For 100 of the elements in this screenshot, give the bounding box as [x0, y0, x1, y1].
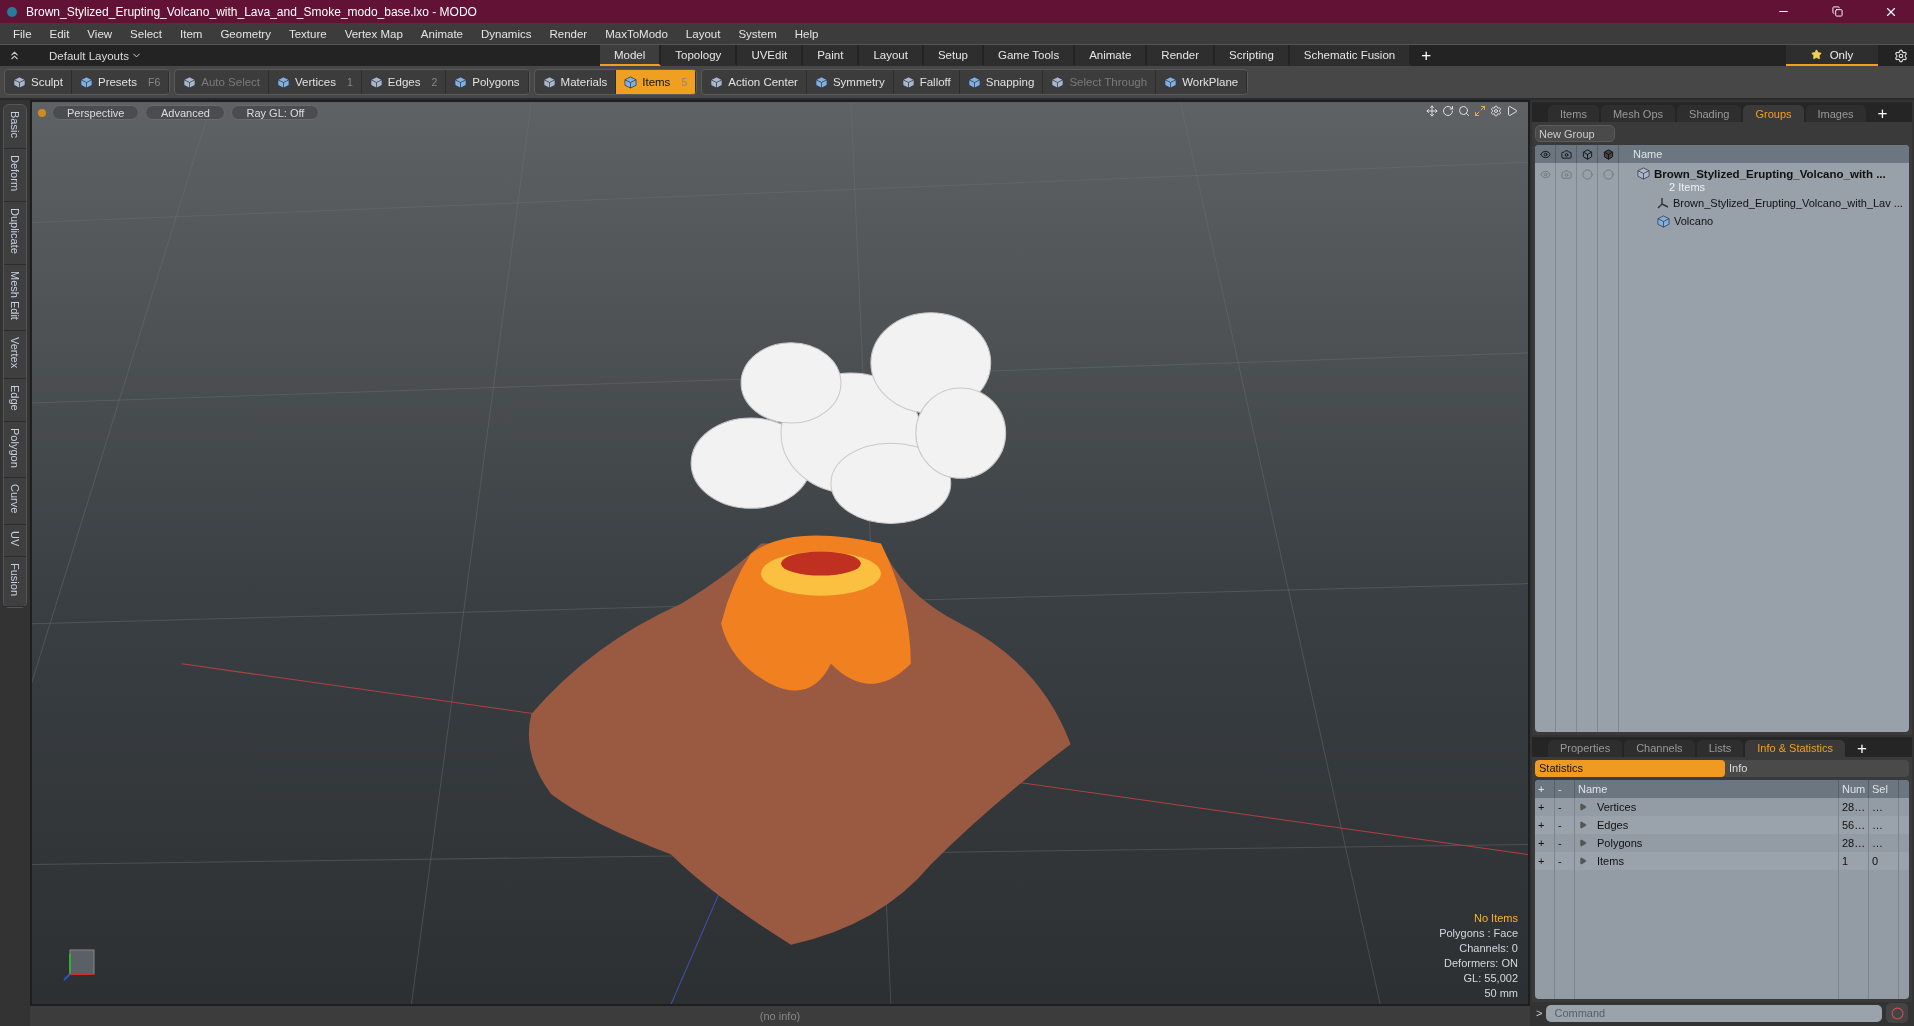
tool-button[interactable]: Symmetry: [806, 70, 894, 94]
column-header: Name: [1632, 147, 1664, 162]
menu-item[interactable]: Dynamics: [472, 23, 541, 44]
add-button[interactable]: +: [1535, 833, 1555, 852]
panel-tab[interactable]: Channels: [1624, 739, 1695, 757]
tree-item[interactable]: Volcano: [1674, 215, 1714, 227]
menu-item[interactable]: Layout: [676, 23, 730, 44]
tool-button[interactable]: Falloff: [893, 70, 960, 94]
add-button[interactable]: +: [1535, 815, 1555, 834]
viewport-info-text: GL: 55,002: [1463, 971, 1518, 985]
side-tab[interactable]: Fusion: [4, 557, 26, 608]
menu-item[interactable]: Texture: [279, 23, 336, 44]
layout-tab[interactable]: Render: [1147, 45, 1216, 66]
command-field[interactable]: Command: [1546, 1004, 1882, 1022]
panel-tab[interactable]: Images: [1805, 105, 1866, 122]
remove-button[interactable]: -: [1555, 815, 1575, 834]
side-tab[interactable]: Edge: [4, 378, 26, 422]
side-tab[interactable]: Deform: [4, 148, 26, 202]
layout-tab[interactable]: UVEdit: [737, 45, 804, 66]
menu-item[interactable]: Edit: [40, 23, 79, 44]
panel-tab[interactable]: Lists: [1696, 739, 1744, 757]
group-count: 2 Items: [1668, 180, 1707, 194]
remove-button[interactable]: -: [1555, 851, 1575, 870]
cube-icon: [369, 75, 383, 89]
cube-icon: [1164, 75, 1178, 89]
collapse-icon[interactable]: [8, 49, 21, 62]
layout-tab[interactable]: Game Tools: [984, 45, 1076, 66]
panel-tab[interactable]: Mesh Ops: [1600, 105, 1676, 122]
sub-tab[interactable]: Statistics: [1535, 759, 1725, 777]
layout-tab[interactable]: Topology: [661, 45, 738, 66]
menu-item[interactable]: Help: [785, 23, 828, 44]
layout-tab[interactable]: Schematic Fusion: [1289, 45, 1412, 66]
tool-button[interactable]: Polygons: [446, 70, 529, 94]
table-cell: …: [1869, 815, 1899, 834]
layout-preset-dropdown[interactable]: Default Layouts: [29, 49, 162, 62]
tool-button[interactable]: Sculpt: [5, 70, 72, 94]
search-icon[interactable]: [1458, 105, 1470, 117]
remove-button[interactable]: -: [1555, 797, 1575, 816]
panel-tab[interactable]: Shading: [1677, 105, 1742, 122]
layout-tab[interactable]: Model: [600, 45, 662, 66]
layout-tab[interactable]: Setup: [923, 45, 984, 66]
add-tab-button[interactable]: +: [1867, 105, 1898, 122]
tool-button[interactable]: Snapping: [959, 70, 1044, 94]
move-icon[interactable]: [1426, 105, 1438, 117]
tool-button[interactable]: Vertices 1: [269, 70, 362, 94]
side-tab[interactable]: Vertex: [4, 330, 26, 379]
tool-button[interactable]: Items 5: [616, 70, 697, 94]
panel-tab[interactable]: Items: [1548, 105, 1599, 122]
menu-item[interactable]: Select: [121, 23, 172, 44]
viewport-info-text: Channels: 0: [1459, 941, 1518, 955]
play-icon[interactable]: [1506, 105, 1518, 117]
menu-item[interactable]: View: [78, 23, 122, 44]
tool-button[interactable]: WorkPlane: [1156, 70, 1248, 94]
tree-item[interactable]: Brown_Stylized_Erupting_Volcano_with_Lav ...: [1673, 197, 1903, 209]
viewport-button[interactable]: Ray GL: Off: [231, 105, 320, 120]
group-name[interactable]: Brown_Stylized_Erupting_Volcano_with ...: [1654, 167, 1886, 180]
tool-button[interactable]: Presets F6: [71, 70, 170, 94]
menu-item[interactable]: Geometry: [211, 23, 280, 44]
viewport-button[interactable]: Advanced: [145, 105, 226, 120]
side-tab[interactable]: Basic: [4, 105, 26, 149]
layout-tab[interactable]: Layout: [859, 45, 924, 66]
side-tab[interactable]: Curve: [4, 478, 26, 525]
menu-item[interactable]: Animate: [411, 23, 472, 44]
side-tab[interactable]: Polygon: [4, 421, 26, 479]
layout-tab[interactable]: Paint: [803, 45, 860, 66]
tool-button[interactable]: Action Center: [702, 70, 807, 94]
panel-tab[interactable]: Groups: [1743, 105, 1804, 122]
menu-item[interactable]: Render: [540, 23, 597, 44]
rotate-icon[interactable]: [1442, 105, 1454, 117]
layout-tab[interactable]: Animate: [1075, 45, 1148, 66]
menu-item[interactable]: File: [4, 23, 41, 44]
add-button[interactable]: +: [1535, 797, 1555, 816]
add-tab-button[interactable]: +: [1411, 45, 1442, 66]
side-tab[interactable]: UV: [4, 524, 26, 558]
add-button[interactable]: +: [1535, 851, 1555, 870]
viewport[interactable]: Perspective Advanced Ray GL: Off No Items Polygons : Face Channels: 0 Deformers: ON GL: 55,002 50 mm: [30, 100, 1530, 1006]
new-group-button[interactable]: New Group: [1535, 125, 1615, 142]
menu-item[interactable]: System: [729, 23, 786, 44]
sub-tab[interactable]: Info: [1725, 759, 1909, 777]
viewport-button[interactable]: Perspective: [52, 105, 140, 120]
panel-tab[interactable]: Info & Statistics: [1745, 739, 1846, 757]
remove-button[interactable]: -: [1555, 833, 1575, 852]
side-tab[interactable]: Duplicate: [4, 201, 26, 265]
side-tab[interactable]: Mesh Edit: [4, 264, 26, 331]
toggle-icon[interactable]: [1602, 169, 1614, 180]
layout-tab[interactable]: Scripting: [1215, 45, 1290, 66]
settings-icon[interactable]: [1490, 105, 1502, 117]
add-tab-button[interactable]: +: [1847, 739, 1877, 757]
only-button[interactable]: Only: [1786, 45, 1878, 66]
table-cell: Edges: [1597, 818, 1629, 831]
tool-button[interactable]: Edges 2: [361, 70, 447, 94]
record-button[interactable]: [1886, 1003, 1908, 1023]
column-header: -: [1555, 779, 1575, 798]
toggle-icon[interactable]: [1581, 169, 1593, 180]
menu-item[interactable]: Item: [171, 23, 212, 44]
menu-item[interactable]: MaxToModo: [596, 23, 677, 44]
table-cell: 28…: [1839, 833, 1869, 852]
maximize-icon[interactable]: [1474, 105, 1486, 117]
panel-tab[interactable]: Properties: [1548, 739, 1623, 757]
menu-item[interactable]: Vertex Map: [335, 23, 412, 44]
